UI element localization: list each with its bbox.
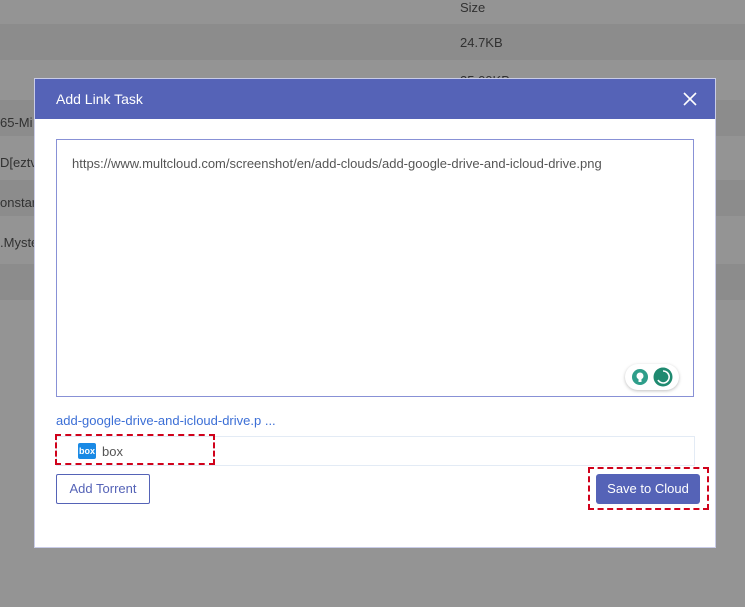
add-link-task-dialog: Add Link Task https://www.multcloud.com/… — [35, 79, 715, 547]
destination-label: box — [102, 444, 123, 459]
lightbulb-icon[interactable] — [631, 368, 649, 386]
add-torrent-button[interactable]: Add Torrent — [56, 474, 150, 504]
destination-cloud-selector[interactable]: box box — [56, 436, 695, 466]
browser-extension-widget[interactable] — [625, 364, 679, 390]
dialog-title: Add Link Task — [56, 91, 143, 107]
loading-spinner-icon[interactable] — [653, 367, 673, 387]
box-logo-icon: box — [78, 443, 96, 459]
link-url-text: https://www.multcloud.com/screenshot/en/… — [72, 156, 602, 171]
link-url-textarea[interactable]: https://www.multcloud.com/screenshot/en/… — [56, 139, 694, 397]
file-name-link[interactable]: add-google-drive-and-icloud-drive.p ... — [56, 413, 276, 428]
dialog-header: Add Link Task — [35, 79, 715, 119]
save-to-cloud-button[interactable]: Save to Cloud — [596, 474, 700, 504]
close-icon[interactable] — [681, 90, 699, 108]
